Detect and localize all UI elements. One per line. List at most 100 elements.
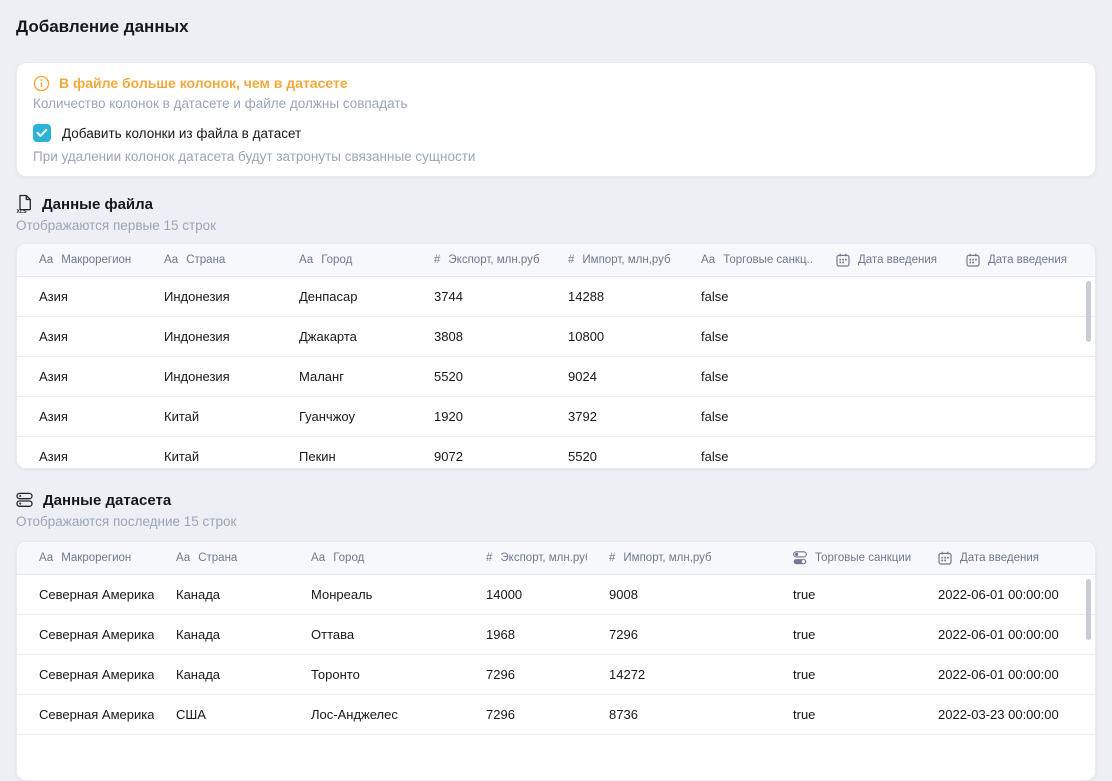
column-header-label: Город bbox=[333, 552, 364, 564]
table-cell: Лос-Анджелес bbox=[289, 707, 464, 722]
table-cell: Индонезия bbox=[142, 289, 277, 304]
table-cell: Азия bbox=[17, 369, 142, 384]
dataset-table-header-row: АаМакрорегионАаСтранаАаГород#Экспорт, мл… bbox=[17, 542, 1095, 575]
column-header: #Импорт, млн,руб bbox=[546, 254, 679, 266]
add-columns-checkbox[interactable] bbox=[33, 124, 51, 142]
svg-text:XLS: XLS bbox=[17, 209, 28, 214]
table-cell: 7296 bbox=[464, 707, 587, 722]
table-cell: Гуанчжоу bbox=[277, 409, 412, 424]
number-type-icon: # bbox=[434, 254, 440, 266]
boolean-type-icon bbox=[793, 551, 807, 565]
table-row: Северная АмерикаКанадаМонреаль140009008t… bbox=[17, 575, 1095, 615]
table-cell: Оттава bbox=[289, 627, 464, 642]
table-row: АзияИндонезияДжакарта380810800false bbox=[17, 317, 1095, 357]
table-cell: 9008 bbox=[587, 587, 771, 602]
table-cell: 5520 bbox=[412, 369, 546, 384]
table-cell: 1968 bbox=[464, 627, 587, 642]
column-header-label: Экспорт, млн.руб bbox=[500, 552, 587, 564]
table-cell: 10800 bbox=[546, 329, 679, 344]
table-cell: true bbox=[771, 627, 916, 642]
column-header: Аа Город bbox=[289, 552, 464, 564]
column-header: Аа Торговые санкц... bbox=[679, 254, 814, 266]
info-icon bbox=[33, 75, 50, 92]
column-header: Аа Город bbox=[277, 254, 412, 266]
dataset-subtitle: Отображаются последние 15 строк bbox=[16, 513, 1096, 531]
column-header-label: Страна bbox=[186, 254, 225, 266]
table-cell: Денпасар bbox=[277, 289, 412, 304]
table-cell: false bbox=[679, 289, 814, 304]
table-cell: true bbox=[771, 667, 916, 682]
column-header-label: Дата введения bbox=[960, 552, 1039, 564]
file-data-section-header: XLS Данные файла bbox=[16, 193, 1096, 215]
column-header-label: Дата введения bbox=[858, 254, 937, 266]
number-type-icon: # bbox=[609, 552, 615, 564]
column-header: # Импорт, млн,руб bbox=[587, 552, 771, 564]
table-cell: Северная Америка bbox=[17, 707, 154, 722]
calendar-type-icon bbox=[966, 253, 980, 267]
table-cell: 14000 bbox=[464, 587, 587, 602]
table-row: Северная АмерикаКанадаОттава19687296true… bbox=[17, 615, 1095, 655]
text-type-icon: Аа bbox=[299, 254, 313, 266]
table-cell: 5520 bbox=[546, 449, 679, 464]
table-cell: Азия bbox=[17, 289, 142, 304]
table-cell: Северная Америка bbox=[17, 587, 154, 602]
table-cell: false bbox=[679, 329, 814, 344]
dataset-table: АаМакрорегионАаСтранаАаГород#Экспорт, мл… bbox=[16, 541, 1096, 781]
number-type-icon: # bbox=[568, 254, 574, 266]
table-cell: true bbox=[771, 707, 916, 722]
table-row: АзияИндонезияДенпасар374414288false bbox=[17, 277, 1095, 317]
table-cell: false bbox=[679, 369, 814, 384]
file-data-subtitle: Отображаются первые 15 строк bbox=[16, 217, 1096, 235]
table-cell: 3792 bbox=[546, 409, 679, 424]
file-table-header-row: Аа Макрорегион Аа Страна Аа Город #Экспорт, мл… bbox=[17, 244, 1095, 277]
column-header-label: Импорт, млн,руб bbox=[623, 552, 711, 564]
text-type-icon: Аа bbox=[311, 552, 325, 564]
table-cell: Китай bbox=[142, 409, 277, 424]
table-cell: Канада bbox=[154, 587, 289, 602]
column-header: Дата введения bbox=[916, 551, 1095, 565]
table-cell: Монреаль bbox=[289, 587, 464, 602]
vertical-scrollbar[interactable] bbox=[1086, 579, 1091, 640]
table-cell: Маланг bbox=[277, 369, 412, 384]
xls-file-icon: XLS bbox=[16, 194, 33, 214]
text-type-icon: Аа bbox=[164, 254, 178, 266]
table-cell: Канада bbox=[154, 667, 289, 682]
page-title: Добавление данных bbox=[16, 16, 1096, 38]
table-cell: 2022-06-01 00:00:00 bbox=[916, 667, 1095, 682]
table-cell: Торонто bbox=[289, 667, 464, 682]
column-header: Аа Страна bbox=[142, 254, 277, 266]
vertical-scrollbar[interactable] bbox=[1086, 281, 1091, 342]
calendar-type-icon bbox=[836, 253, 850, 267]
calendar-type-icon bbox=[938, 551, 952, 565]
checkmark-icon bbox=[36, 128, 48, 138]
column-header-label: Макрорегион bbox=[61, 552, 131, 564]
dataset-table-body: Северная АмерикаКанадаМонреаль140009008t… bbox=[17, 575, 1095, 735]
table-row: АзияИндонезияМаланг55209024false bbox=[17, 357, 1095, 397]
text-type-icon: Аа bbox=[701, 254, 715, 266]
table-cell: Пекин bbox=[277, 449, 412, 464]
column-header: Дата введения bbox=[944, 253, 1095, 267]
table-cell: Азия bbox=[17, 449, 142, 464]
table-cell: Азия bbox=[17, 409, 142, 424]
column-header-label: Торговые санкции bbox=[815, 552, 911, 564]
text-type-icon: Аа bbox=[39, 254, 53, 266]
table-row: Северная АмерикаСШАЛос-Анджелес72968736t… bbox=[17, 695, 1095, 735]
warning-note: При удалении колонок датасета будут затр… bbox=[33, 148, 1079, 166]
table-cell: 8736 bbox=[587, 707, 771, 722]
warning-card: В файле больше колонок, чем в датасете К… bbox=[16, 62, 1096, 177]
column-header-label: Торговые санкц... bbox=[723, 254, 814, 266]
table-cell: Индонезия bbox=[142, 329, 277, 344]
dataset-section-header: Данные датасета bbox=[16, 489, 1096, 511]
column-header-label: Город bbox=[321, 254, 352, 266]
table-row: АзияКитайПекин90725520false bbox=[17, 437, 1095, 469]
table-row: Северная АмерикаКанадаТоронто729614272tr… bbox=[17, 655, 1095, 695]
table-cell: 9072 bbox=[412, 449, 546, 464]
column-header: #Экспорт, млн.руб bbox=[412, 254, 546, 266]
table-cell: Северная Америка bbox=[17, 667, 154, 682]
dataset-icon bbox=[16, 492, 34, 508]
column-header: Аа Макрорегион bbox=[17, 254, 142, 266]
table-cell: Китай bbox=[142, 449, 277, 464]
column-header-label: Макрорегион bbox=[61, 254, 131, 266]
table-cell: Северная Америка bbox=[17, 627, 154, 642]
table-cell: true bbox=[771, 587, 916, 602]
